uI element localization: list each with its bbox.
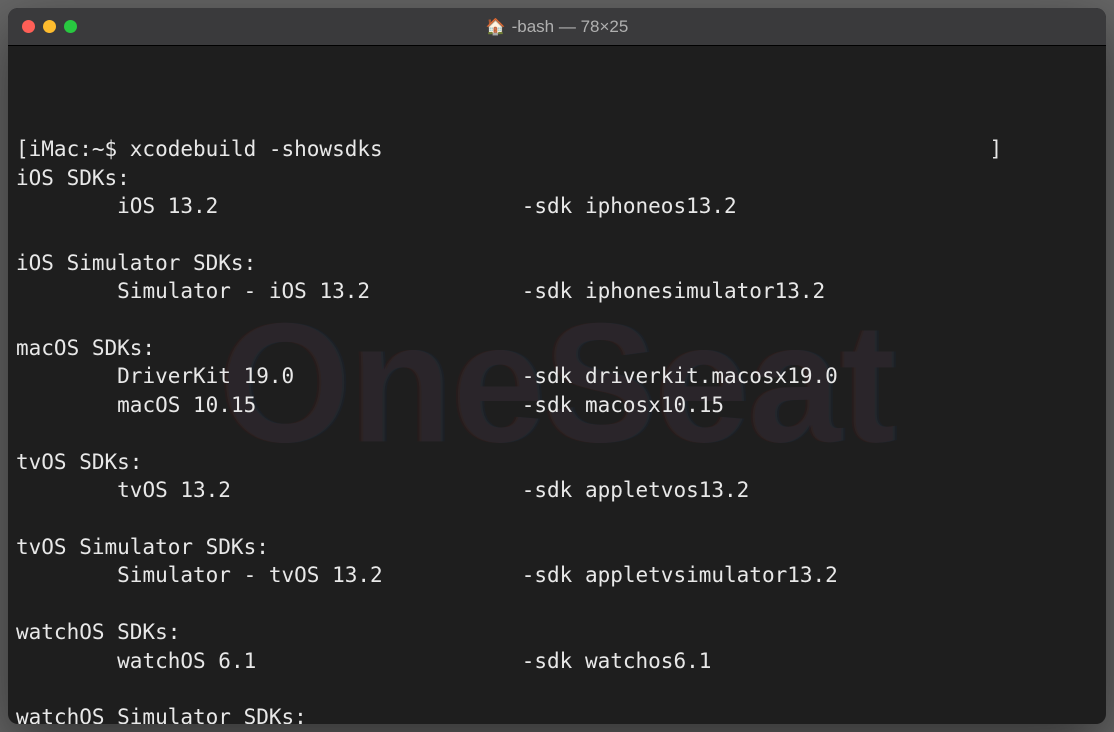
maximize-button[interactable]	[64, 20, 77, 33]
minimize-button[interactable]	[43, 20, 56, 33]
close-button[interactable]	[22, 20, 35, 33]
titlebar[interactable]: 🏠 -bash — 78×25	[8, 8, 1106, 46]
terminal-content: [iMac:~$ xcodebuild -showsdks ] iOS SDKs…	[16, 135, 1098, 724]
terminal-window: 🏠 -bash — 78×25 OneSeat [iMac:~$ xcodebu…	[8, 8, 1106, 724]
terminal-body[interactable]: OneSeat [iMac:~$ xcodebuild -showsdks ] …	[8, 46, 1106, 724]
traffic-lights	[8, 20, 77, 33]
home-icon: 🏠	[486, 17, 506, 37]
window-title: -bash — 78×25	[512, 17, 629, 37]
title-content: 🏠 -bash — 78×25	[8, 17, 1106, 37]
